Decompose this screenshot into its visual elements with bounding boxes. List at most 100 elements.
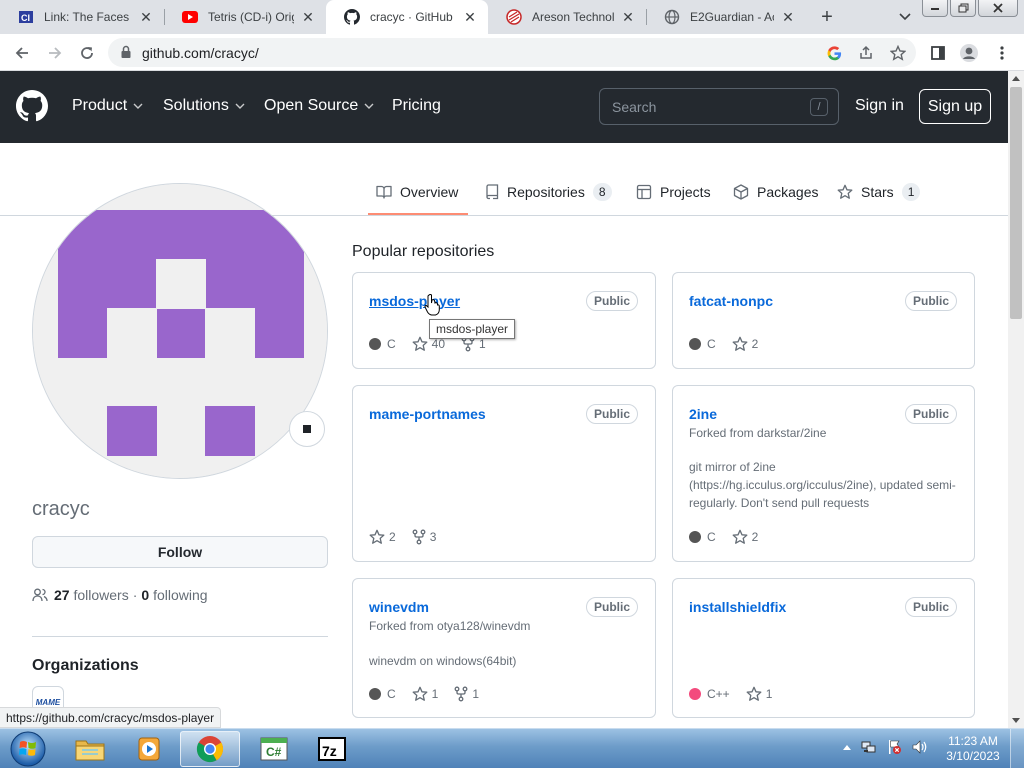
sign-in-link[interactable]: Sign in (855, 97, 904, 115)
browser-tab-5[interactable]: E2Guardian - Acc ✕ (646, 0, 806, 34)
browser-tab-2[interactable]: Tetris (CD-i) Origin ✕ (164, 0, 326, 34)
scroll-up-arrow-icon[interactable] (1012, 76, 1020, 81)
profile-avatar-icon[interactable] (957, 41, 981, 65)
tray-expand-arrow-icon[interactable] (842, 743, 852, 751)
repo-name-link[interactable]: winevdm (369, 599, 429, 615)
side-panel-icon[interactable] (926, 41, 950, 65)
close-icon[interactable]: ✕ (780, 9, 796, 25)
taskbar-7zip-icon[interactable]: 7z (302, 731, 362, 767)
popular-repos-heading: Popular repositories (352, 243, 495, 260)
repo-stars-link[interactable]: 2 (369, 529, 396, 545)
show-desktop-button[interactable] (1010, 729, 1024, 769)
set-status-button[interactable] (289, 411, 325, 447)
followers-summary: 27 followers · 0 following (32, 587, 208, 603)
share-icon[interactable] (856, 43, 876, 63)
avatar[interactable] (32, 183, 328, 479)
chevron-down-icon (133, 103, 143, 109)
repo-name-link[interactable]: 2ine (689, 406, 717, 422)
forward-arrow-icon[interactable] (43, 41, 67, 65)
tab-label: Overview (400, 184, 459, 200)
forks-count: 3 (429, 530, 437, 544)
repo-forks-link[interactable]: 3 (412, 529, 437, 545)
taskbar-media-player-icon[interactable] (120, 731, 180, 767)
browser-tab-4[interactable]: Areson Technolog ✕ (488, 0, 646, 34)
taskbar-csharp-icon[interactable]: C# (244, 731, 304, 767)
browser-tab-1[interactable]: CI Link: The Faces Of ✕ (0, 0, 164, 34)
back-arrow-icon[interactable] (10, 41, 34, 65)
star-icon (412, 336, 428, 351)
repo-stars-link[interactable]: 2 (732, 336, 758, 352)
tab-stars[interactable]: Stars 1 (837, 182, 921, 202)
page-scrollbar[interactable] (1008, 71, 1024, 728)
browser-tab-title: cracyc · GitHub (370, 10, 453, 24)
chevron-down-icon[interactable] (895, 7, 915, 27)
repo-forks-link[interactable]: 1 (454, 686, 479, 702)
followers-link[interactable]: 27 followers (54, 587, 129, 603)
search-input[interactable] (600, 89, 800, 124)
browser-tab-title: Tetris (CD-i) Origin (208, 10, 294, 24)
close-window-icon[interactable] (978, 0, 1018, 17)
tab-overview[interactable]: Overview (376, 182, 458, 202)
close-icon[interactable]: ✕ (300, 9, 316, 25)
tab-projects[interactable]: Projects (636, 182, 711, 202)
forked-from-text: Forked from otya128/winevdm (369, 619, 531, 633)
restore-icon[interactable] (950, 0, 976, 17)
book-icon (376, 185, 392, 199)
org-logo-text: MAME (35, 697, 61, 707)
nav-pricing[interactable]: Pricing (392, 97, 441, 115)
taskbar-chrome-icon[interactable] (180, 731, 240, 767)
repo-stars-link[interactable]: 1 (746, 686, 772, 702)
scrollbar-thumb[interactable] (1010, 87, 1022, 319)
scroll-down-arrow-icon[interactable] (1012, 718, 1020, 723)
hand-pointer-cursor-icon (424, 294, 440, 316)
language-label: C (707, 337, 716, 351)
repo-language: C (369, 687, 396, 701)
tab-repositories[interactable]: Repositories 8 (485, 182, 612, 202)
nav-label: Open Source (264, 97, 359, 114)
visibility-badge: Public (585, 291, 638, 311)
reload-icon[interactable] (75, 41, 99, 65)
followers-count: 27 (54, 587, 70, 603)
sign-up-button[interactable]: Sign up (919, 89, 991, 124)
google-g-icon[interactable] (824, 43, 844, 63)
speaker-volume-icon[interactable] (911, 739, 929, 755)
github-favicon (344, 9, 360, 25)
repo-name-link[interactable]: mame-portnames (369, 406, 486, 422)
kebab-menu-icon[interactable] (990, 41, 1014, 65)
minimize-icon[interactable] (922, 0, 948, 17)
action-center-flag-icon[interactable] (886, 739, 902, 755)
following-link[interactable]: 0 following (141, 587, 207, 603)
nav-product[interactable]: Product (72, 97, 143, 115)
repo-meta: C 1 1 (369, 686, 495, 702)
follow-button[interactable]: Follow (32, 536, 328, 568)
close-icon[interactable]: ✕ (138, 9, 154, 25)
taskbar-clock[interactable]: 11:23 AM 3/10/2023 (938, 734, 1008, 764)
repo-language: C (369, 337, 396, 351)
svg-text:C#: C# (266, 745, 282, 759)
network-icon[interactable] (861, 739, 877, 755)
taskbar-explorer-icon[interactable] (60, 731, 120, 767)
repo-name-link[interactable]: msdos-player (369, 293, 460, 309)
table-icon (636, 184, 652, 200)
tab-packages[interactable]: Packages (733, 182, 818, 202)
close-icon[interactable]: ✕ (462, 9, 478, 25)
repo-meta: 2 3 (369, 529, 452, 545)
nav-solutions[interactable]: Solutions (163, 97, 245, 115)
github-logo-icon[interactable] (16, 90, 48, 122)
fork-icon (454, 686, 468, 702)
repo-name-link[interactable]: installshieldfix (689, 599, 786, 615)
bookmark-star-icon[interactable] (888, 43, 908, 63)
repo-stars-link[interactable]: 1 (412, 686, 438, 702)
address-bar[interactable]: github.com/cracyc/ (108, 38, 916, 67)
close-icon[interactable]: ✕ (620, 9, 636, 25)
system-tray (842, 739, 938, 755)
repo-name-link[interactable]: fatcat-nonpc (689, 293, 773, 309)
browser-tab-3-active[interactable]: cracyc · GitHub ✕ (326, 0, 488, 34)
star-icon (732, 529, 748, 544)
search-box[interactable]: / (599, 88, 839, 125)
repo-stars-link[interactable]: 2 (732, 529, 758, 545)
link-tooltip: msdos-player (429, 319, 516, 339)
windows-start-orb-icon[interactable] (3, 730, 53, 768)
new-tab-plus-icon[interactable]: + (815, 5, 839, 29)
nav-open-source[interactable]: Open Source (264, 97, 374, 115)
